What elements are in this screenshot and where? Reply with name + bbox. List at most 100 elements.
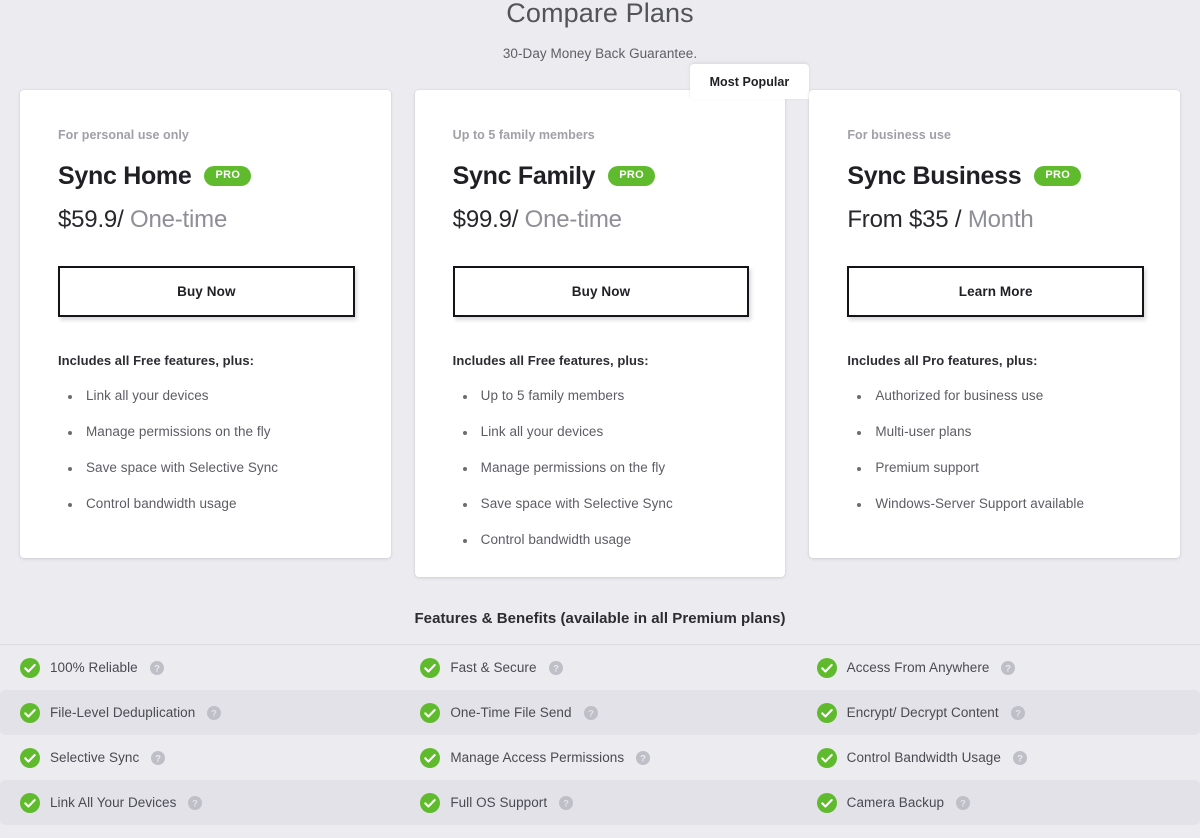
plan-price-period: One-time [524, 206, 622, 233]
most-popular-badge: Most Popular [689, 64, 810, 99]
plan-feature-item: Control bandwidth usage [453, 521, 750, 557]
svg-text:?: ? [960, 798, 966, 809]
plan-price-separator: / [511, 206, 519, 233]
plan-feature-item: Manage permissions on the fly [58, 413, 355, 449]
learn-more-button[interactable]: Learn More [847, 266, 1145, 317]
benefit-row: Link All Your Devices ? Full OS Support … [0, 780, 1200, 825]
svg-text:?: ? [192, 798, 198, 809]
check-circle-icon [816, 657, 837, 678]
buy-now-button[interactable]: Buy Now [58, 266, 355, 317]
plan-includes-label: Includes all Free features, plus: [452, 353, 649, 368]
benefit-label: Control Bandwidth Usage [846, 750, 1001, 765]
page-title: Compare Plans [506, 0, 694, 28]
help-icon[interactable]: ? [188, 795, 203, 810]
page-subtitle: 30-Day Money Back Guarantee. [502, 46, 698, 61]
plan-feature-item: Control bandwidth usage [58, 485, 355, 521]
benefit-label: Fast & Secure [450, 660, 537, 675]
benefit-item: Camera Backup ? [804, 780, 1200, 825]
benefit-label: One-Time File Send [450, 705, 572, 720]
help-icon[interactable]: ? [559, 795, 574, 810]
plan-price-amount: $59.9 [58, 206, 118, 233]
plan-card-sync-business[interactable]: For business use Sync Business PRO From … [809, 90, 1181, 558]
check-circle-icon [816, 702, 837, 723]
check-circle-icon [816, 792, 837, 813]
plan-eyebrow: Up to 5 family members [452, 128, 595, 142]
benefit-item: Link All Your Devices ? [0, 780, 403, 825]
features-benefits-title: Features & Benefits (available in all Pr… [414, 610, 786, 627]
plan-feature-list: Authorized for business use Multi-user p… [847, 377, 1144, 521]
help-icon[interactable]: ? [207, 705, 222, 720]
help-icon[interactable]: ? [149, 660, 164, 675]
plan-name-row: Sync Family PRO [453, 162, 750, 190]
benefit-item: Selective Sync ? [0, 735, 403, 780]
plan-feature-item: Save space with Selective Sync [453, 485, 750, 521]
help-icon[interactable]: ? [548, 660, 563, 675]
plan-feature-item: Link all your devices [58, 377, 355, 413]
plan-feature-item: Save space with Selective Sync [58, 449, 355, 485]
plan-card-sync-family[interactable]: Most Popular Up to 5 family members Sync… [414, 64, 810, 577]
pro-badge: PRO [1034, 166, 1082, 186]
help-icon[interactable]: ? [1010, 705, 1025, 720]
plan-price-amount: $99.9 [452, 206, 512, 233]
plan-feature-item: Windows-Server Support available [847, 485, 1144, 521]
benefit-item: Fast & Secure ? [403, 645, 803, 690]
plan-price-period: Month [967, 206, 1034, 233]
check-circle-icon [20, 792, 40, 813]
help-icon[interactable]: ? [151, 750, 166, 765]
benefit-item: File-Level Deduplication ? [0, 690, 403, 735]
buy-now-button[interactable]: Buy Now [452, 266, 750, 317]
check-circle-icon [420, 657, 441, 678]
benefit-label: Link All Your Devices [50, 795, 177, 810]
plan-includes-label: Includes all Free features, plus: [58, 353, 254, 368]
help-icon[interactable]: ? [583, 705, 598, 720]
check-circle-icon [816, 747, 837, 768]
svg-text:?: ? [553, 663, 559, 674]
benefit-item: Encrypt/ Decrypt Content ? [804, 690, 1200, 735]
help-icon[interactable]: ? [636, 750, 651, 765]
benefit-label: Manage Access Permissions [450, 750, 625, 765]
help-icon[interactable]: ? [1012, 750, 1027, 765]
plan-feature-item: Multi-user plans [847, 413, 1144, 449]
benefit-item: One-Time File Send ? [403, 690, 803, 735]
compare-plans-page: Compare Plans 30-Day Money Back Guarante… [0, 0, 1200, 838]
help-icon[interactable]: ? [956, 795, 971, 810]
svg-text:?: ? [563, 798, 569, 809]
plan-name-row: Sync Business PRO [847, 162, 1144, 190]
plan-price-separator: / [117, 206, 124, 233]
plan-eyebrow: For personal use only [58, 128, 189, 142]
benefit-item: Access From Anywhere ? [804, 645, 1200, 690]
benefit-row: Selective Sync ? Manage Access Permissio… [0, 735, 1200, 780]
benefit-label: Camera Backup [846, 795, 945, 810]
plan-feature-item: Premium support [847, 449, 1144, 485]
pro-badge: PRO [204, 166, 252, 186]
features-benefits-section: Features & Benefits (available in all Pr… [0, 610, 1200, 825]
plan-price: $99.9/ One-time [453, 206, 750, 234]
benefit-row: 100% Reliable ? Fast & Secure ? Access F… [0, 645, 1200, 690]
plan-includes-label: Includes all Pro features, plus: [847, 353, 1038, 368]
plan-price-separator: / [954, 206, 962, 233]
svg-text:?: ? [588, 708, 594, 719]
help-icon[interactable]: ? [1001, 660, 1016, 675]
page-header: Compare Plans 30-Day Money Back Guarante… [0, 0, 1200, 61]
check-circle-icon [20, 747, 40, 768]
plan-name: Sync Home [58, 162, 192, 190]
plan-feature-item: Up to 5 family members [453, 377, 750, 413]
check-circle-icon [20, 657, 40, 678]
plan-card-sync-home[interactable]: For personal use only Sync Home PRO $59.… [20, 90, 391, 558]
check-circle-icon [420, 747, 441, 768]
plan-feature-list: Up to 5 family members Link all your dev… [453, 377, 750, 557]
plan-name-row: Sync Home PRO [58, 162, 355, 190]
pro-badge: PRO [608, 166, 656, 186]
svg-text:?: ? [1015, 708, 1021, 719]
svg-text:?: ? [640, 753, 646, 764]
plan-eyebrow: For business use [847, 128, 951, 142]
benefit-item: Control Bandwidth Usage ? [804, 735, 1200, 780]
plan-price: From $35 / Month [847, 206, 1144, 234]
benefit-label: Encrypt/ Decrypt Content [846, 705, 999, 720]
benefit-item: Manage Access Permissions ? [403, 735, 803, 780]
plan-feature-item: Authorized for business use [847, 377, 1144, 413]
plan-price-amount: From $35 [847, 206, 949, 233]
check-circle-icon [420, 702, 441, 723]
benefit-row: File-Level Deduplication ? One-Time File… [0, 690, 1200, 735]
plan-name: Sync Business [847, 162, 1022, 190]
